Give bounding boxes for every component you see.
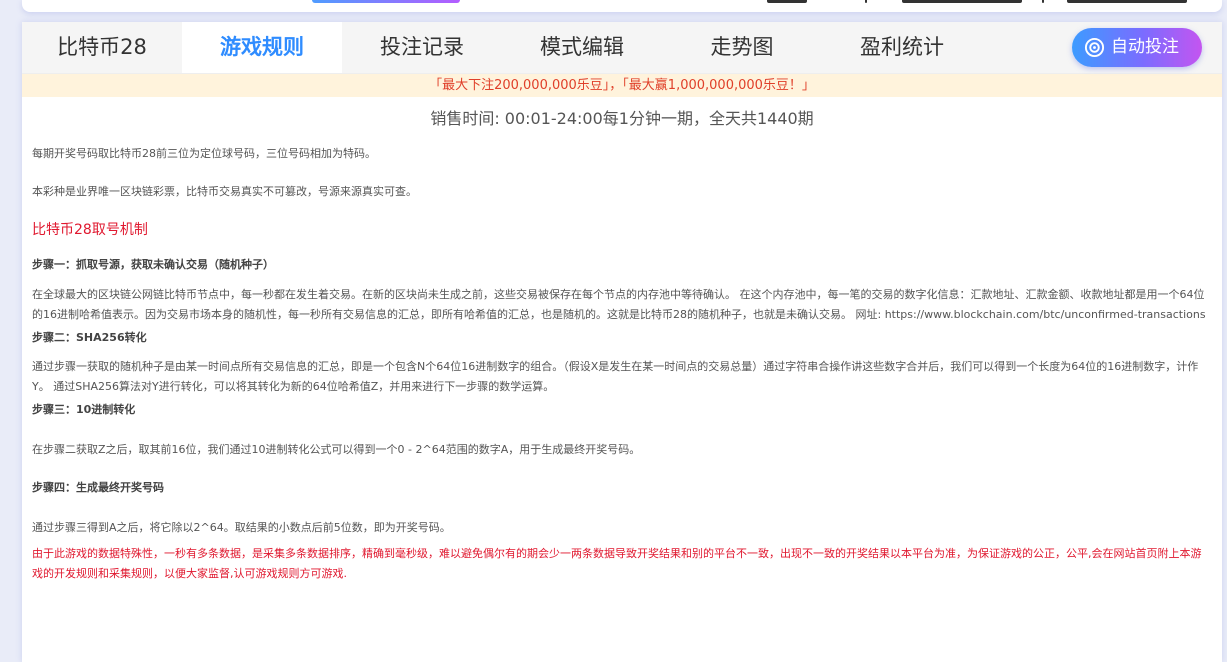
- intro-text: 本彩种是业界唯一区块链彩票，比特币交易真实不可篡改，号源来源真实可查。: [32, 185, 417, 198]
- disclaimer-text: 由于此游戏的数据特殊性，一秒有多条数据，是采集多条数据排序，精确到毫秒级，难以避…: [32, 547, 1202, 580]
- header-gradient-button-edge: [312, 0, 460, 3]
- step-title: 步骤一：抓取号源，获取未确认交易（随机种子）: [32, 258, 274, 271]
- game-panel: 比特币28 游戏规则 投注记录 模式编辑 走势图 盈利统计 自动投注 「最大下注…: [22, 22, 1222, 662]
- header-divider: [865, 0, 867, 3]
- header-item-edge: [902, 0, 1022, 3]
- header-item-edge: [1067, 0, 1187, 3]
- tab-bet-records[interactable]: 投注记录: [342, 22, 502, 73]
- header-divider: [1042, 0, 1044, 3]
- step-title: 步骤四：生成最终开奖号码: [32, 481, 164, 494]
- section-title: 比特币28取号机制: [32, 222, 148, 238]
- tab-game-rules[interactable]: 游戏规则: [182, 22, 342, 73]
- step-text: 通过步骤一获取的随机种子是由某一时间点所有交易信息的汇总，即是一个包含N个64位…: [32, 360, 1199, 393]
- header-item-edge: [767, 0, 807, 3]
- auto-bet-button[interactable]: 自动投注: [1072, 28, 1202, 67]
- intro-text: 每期开奖号码取比特币28前三位为定位球号码，三位号码相加为特码。: [32, 147, 376, 160]
- tab-bar: 比特币28 游戏规则 投注记录 模式编辑 走势图 盈利统计 自动投注: [22, 22, 1222, 74]
- tab-trend-chart[interactable]: 走势图: [662, 22, 822, 73]
- sale-time: 销售时间: 00:01-24:00每1分钟一期，全天共1440期: [430, 109, 814, 128]
- step-title: 步骤三：10进制转化: [32, 403, 136, 416]
- step-title: 步骤二：SHA256转化: [32, 331, 147, 344]
- top-header-edge: [22, 0, 1222, 12]
- rules-content: 每期开奖号码取比特币28前三位为定位球号码，三位号码相加为特码。 本彩种是业界唯…: [22, 144, 1222, 584]
- step-text: 在步骤二获取Z之后，取其前16位，我们通过10进制转化公式可以得到一个0 - 2…: [32, 443, 641, 456]
- step-text: 通过步骤三得到A之后，将它除以2^64。取结果的小数点后前5位数，即为开奖号码。: [32, 521, 451, 534]
- tab-bitcoin28[interactable]: 比特币28: [22, 22, 182, 73]
- target-icon: [1084, 37, 1105, 58]
- tab-profit-stats[interactable]: 盈利统计: [822, 22, 982, 73]
- step-text: 在全球最大的区块链公网链比特币节点中，每一秒都在发生着交易。在新的区块尚未生成之…: [32, 288, 1206, 321]
- auto-bet-label: 自动投注: [1111, 37, 1179, 57]
- bet-limit-notice: 「最大下注200,000,000乐豆」，「最大赢1,000,000,000乐豆！…: [22, 74, 1222, 97]
- tab-mode-edit[interactable]: 模式编辑: [502, 22, 662, 73]
